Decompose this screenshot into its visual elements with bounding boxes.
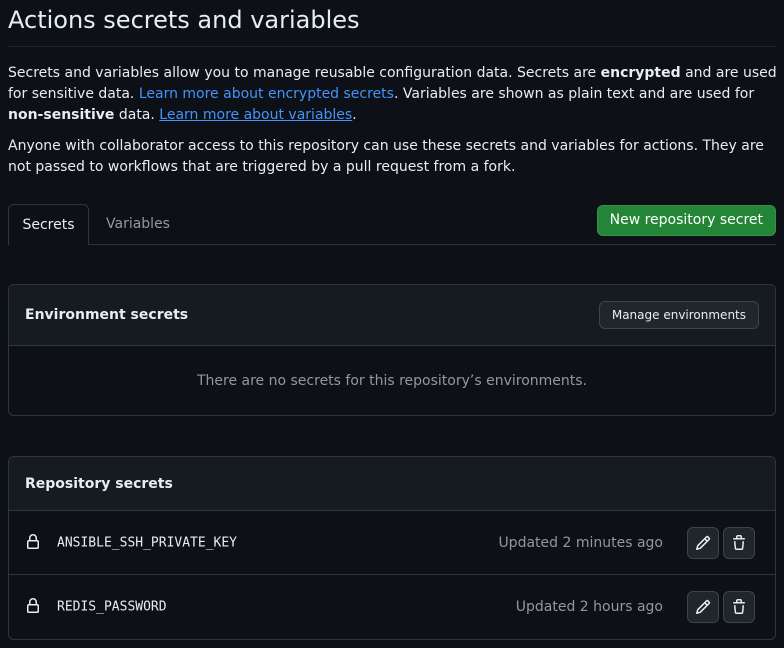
learn-more-encrypted-secrets-link[interactable]: Learn more about encrypted secrets	[139, 86, 394, 102]
secret-name: REDIS_PASSWORD	[57, 599, 167, 615]
intro-text: . Variables are shown as plain text and …	[393, 86, 755, 102]
intro-bold-non-sensitive: non-sensitive	[8, 107, 115, 123]
pencil-icon	[695, 535, 711, 551]
trash-icon	[733, 599, 745, 614]
environment-secrets-title: Environment secrets	[25, 307, 189, 323]
tab-variables[interactable]: Variables	[90, 204, 186, 244]
intro-text: data.	[114, 107, 160, 123]
new-repository-secret-button[interactable]: New repository secret	[596, 205, 776, 236]
repository-secrets-panel: Repository secrets ANSIBLE_SSH_PRIVATE_K…	[8, 456, 776, 640]
edit-secret-button[interactable]	[687, 527, 719, 559]
environment-secrets-panel: Environment secrets Manage environments …	[8, 284, 776, 416]
repository-secrets-title: Repository secrets	[25, 475, 173, 492]
secret-updated-time: Updated 2 minutes ago	[498, 534, 663, 551]
tab-secrets[interactable]: Secrets	[8, 204, 89, 245]
secret-name: ANSIBLE_SSH_PRIVATE_KEY	[57, 535, 238, 550]
secret-row: REDIS_PASSWORD Updated 2 hours ago	[9, 575, 775, 639]
repository-secrets-header: Repository secrets	[9, 457, 775, 511]
intro-bold-encrypted: encrypted	[600, 65, 681, 81]
pencil-icon	[695, 599, 711, 615]
trash-icon	[733, 535, 745, 550]
learn-more-variables-link[interactable]: Learn more about variables	[159, 107, 352, 123]
environment-secrets-empty-message: There are no secrets for this repository…	[196, 373, 588, 389]
delete-secret-button[interactable]	[723, 591, 755, 623]
intro-paragraph: Secrets and variables allow you to manag…	[8, 63, 780, 126]
title-divider	[8, 46, 776, 47]
manage-environments-button[interactable]: Manage environments	[598, 301, 759, 329]
secret-row: ANSIBLE_SSH_PRIVATE_KEY Updated 2 minute…	[9, 511, 775, 575]
environment-secrets-header: Environment secrets Manage environments	[9, 285, 775, 346]
edit-secret-button[interactable]	[687, 591, 719, 623]
collaborator-note: Anyone with collaborator access to this …	[8, 138, 764, 175]
delete-secret-button[interactable]	[723, 527, 755, 559]
intro-text: Secrets and variables allow you to manag…	[8, 65, 601, 81]
lock-icon	[27, 598, 39, 613]
lock-icon	[27, 534, 39, 549]
intro-text: .	[352, 107, 357, 123]
secret-updated-time: Updated 2 hours ago	[515, 599, 663, 615]
page-title: Actions secrets and variables	[8, 6, 360, 34]
